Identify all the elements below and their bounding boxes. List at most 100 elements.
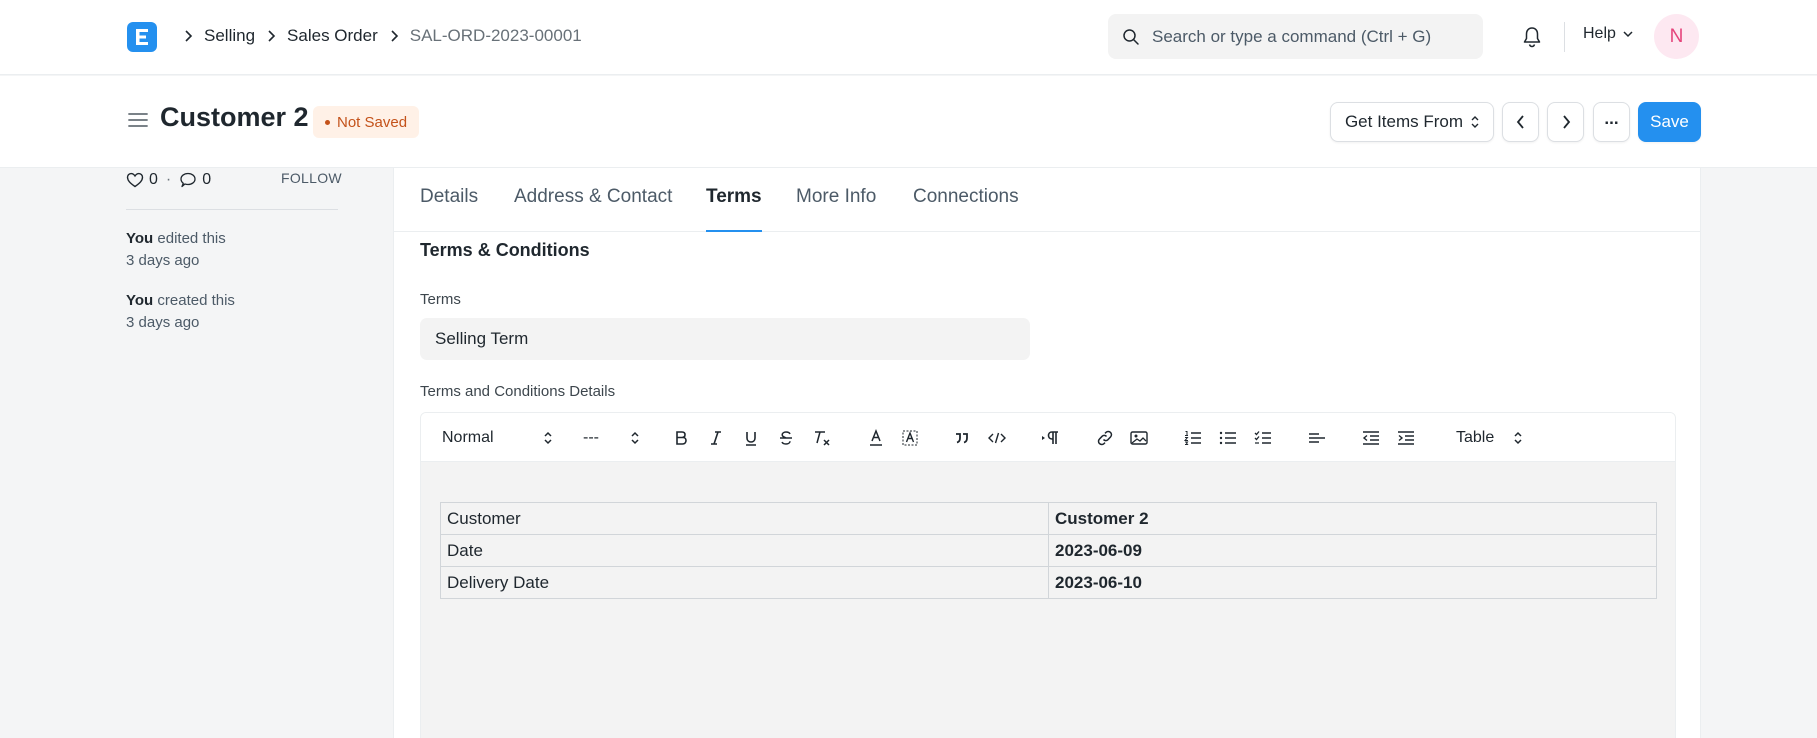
- table-cell-value[interactable]: 2023-06-10: [1048, 566, 1657, 599]
- help-dropdown[interactable]: Help: [1583, 25, 1634, 43]
- bullet-list-button[interactable]: [1218, 426, 1238, 450]
- table-cell-key[interactable]: Date: [440, 534, 1049, 567]
- previous-doc-button[interactable]: [1502, 102, 1539, 142]
- terms-label: Terms: [420, 291, 461, 308]
- form-stats: 0 · 0 FOLLOW: [126, 168, 342, 192]
- ordered-list-icon: [1183, 431, 1201, 445]
- search-icon: [1123, 28, 1139, 45]
- strikethrough-button[interactable]: [777, 426, 795, 450]
- table-cell-value[interactable]: 2023-06-09: [1048, 534, 1657, 567]
- follow-button[interactable]: FOLLOW: [281, 170, 342, 186]
- link-button[interactable]: [1095, 426, 1115, 450]
- font-color-button[interactable]: [867, 426, 885, 450]
- outdent-button[interactable]: [1361, 426, 1381, 450]
- comments-count: 0: [202, 171, 212, 188]
- checklist-icon: [1254, 431, 1271, 444]
- form-sidebar: 0 · 0 FOLLOW You edited this 3 days ago …: [126, 168, 342, 334]
- activity-item: You edited this 3 days ago: [126, 228, 338, 272]
- indent-icon: [1398, 431, 1414, 445]
- tab-address-contact[interactable]: Address & Contact: [514, 186, 672, 232]
- table-cell-key[interactable]: Customer: [440, 502, 1049, 535]
- chevron-right-icon: [176, 24, 200, 48]
- tab-more-info[interactable]: More Info: [796, 186, 876, 232]
- font-size-value: ---: [583, 429, 599, 446]
- form-main: Details Address & Contact Terms More Inf…: [393, 168, 1701, 738]
- activity-user[interactable]: You: [126, 292, 153, 309]
- form-tabs: Details Address & Contact Terms More Inf…: [394, 168, 1700, 232]
- select-arrows-icon: [1471, 116, 1479, 128]
- navbar-divider: [1564, 22, 1565, 52]
- text-style-value: Normal: [442, 429, 494, 446]
- table-select[interactable]: Table: [1456, 426, 1522, 450]
- breadcrumb-selling[interactable]: Selling: [204, 26, 255, 46]
- likes-counter[interactable]: 0: [126, 171, 158, 189]
- editor-toolbar: Normal --- Table: [421, 413, 1675, 462]
- status-badge-label: Not Saved: [337, 113, 408, 131]
- code-block-button[interactable]: [987, 426, 1007, 450]
- align-button[interactable]: [1307, 426, 1327, 450]
- help-label: Help: [1583, 25, 1616, 42]
- background-color-button[interactable]: [901, 426, 919, 450]
- code-icon: [988, 432, 1006, 444]
- sidebar-divider: [126, 209, 338, 210]
- next-doc-button[interactable]: [1547, 102, 1584, 142]
- section-title: Terms & Conditions: [420, 240, 590, 260]
- activity-action: created this: [157, 292, 235, 309]
- activity-time: 3 days ago: [126, 314, 200, 331]
- breadcrumb-sales-order[interactable]: Sales Order: [287, 26, 378, 46]
- select-arrows-icon: [631, 431, 639, 445]
- tab-details[interactable]: Details: [420, 186, 478, 232]
- font-color-icon: [870, 429, 882, 446]
- stats-separator: ·: [165, 171, 172, 188]
- indent-button[interactable]: [1396, 426, 1416, 450]
- activity-item: You created this 3 days ago: [126, 290, 338, 334]
- italic-button[interactable]: [707, 426, 725, 450]
- table-row: Delivery Date 2023-06-10: [440, 566, 1657, 599]
- image-button[interactable]: [1129, 426, 1149, 450]
- comments-counter[interactable]: 0: [179, 171, 211, 189]
- rich-text-editor: Normal --- Table Customer Customer 2 Dat…: [420, 412, 1676, 738]
- table-cell-value[interactable]: Customer 2: [1048, 502, 1657, 535]
- more-actions-button[interactable]: ...: [1593, 102, 1630, 142]
- chevron-right-icon: [1562, 115, 1570, 129]
- link-icon: [1097, 430, 1113, 446]
- clear-format-button[interactable]: [812, 426, 832, 450]
- outdent-icon: [1362, 431, 1379, 445]
- chevron-right-icon: [382, 24, 406, 48]
- blockquote-icon: [956, 433, 968, 444]
- tab-terms[interactable]: Terms: [706, 186, 762, 232]
- page-head: Customer 2 Not Saved Get Items From ... …: [0, 76, 1817, 168]
- status-dot: [325, 119, 330, 125]
- terms-field[interactable]: Selling Term: [420, 318, 1030, 360]
- table-row: Customer Customer 2: [440, 502, 1657, 535]
- blockquote-button[interactable]: [953, 426, 971, 450]
- ordered-list-button[interactable]: [1183, 426, 1203, 450]
- activity-user[interactable]: You: [126, 230, 153, 247]
- get-items-from-button[interactable]: Get Items From: [1330, 102, 1494, 142]
- text-direction-button[interactable]: [1041, 426, 1061, 450]
- search-bar[interactable]: [1108, 14, 1483, 59]
- activity-time: 3 days ago: [126, 252, 200, 269]
- bold-icon: [676, 431, 687, 445]
- font-size-select[interactable]: ---: [583, 426, 639, 450]
- comment-icon: [180, 172, 196, 188]
- user-avatar[interactable]: N: [1654, 14, 1699, 59]
- table-cell-key[interactable]: Delivery Date: [440, 566, 1049, 599]
- underline-button[interactable]: [742, 426, 760, 450]
- terms-table: Customer Customer 2 Date 2023-06-09 Deli…: [440, 502, 1657, 599]
- tab-connections[interactable]: Connections: [913, 186, 1019, 232]
- underline-icon: [746, 432, 756, 446]
- breadcrumb-current-doc[interactable]: SAL-ORD-2023-00001: [410, 26, 582, 46]
- bullet-list-icon: [1219, 431, 1236, 445]
- sidebar-toggle-icon[interactable]: [127, 110, 149, 130]
- bold-button[interactable]: [672, 426, 690, 450]
- editor-content[interactable]: Customer Customer 2 Date 2023-06-09 Deli…: [421, 462, 1675, 738]
- checklist-button[interactable]: [1253, 426, 1273, 450]
- text-style-select[interactable]: Normal: [442, 426, 552, 450]
- more-actions-icon: ...: [1604, 109, 1619, 128]
- save-button[interactable]: Save: [1638, 102, 1701, 142]
- likes-count: 0: [149, 171, 158, 188]
- notifications-bell-icon[interactable]: [1519, 24, 1545, 50]
- search-input[interactable]: [1152, 26, 1472, 47]
- app-logo[interactable]: [127, 22, 157, 52]
